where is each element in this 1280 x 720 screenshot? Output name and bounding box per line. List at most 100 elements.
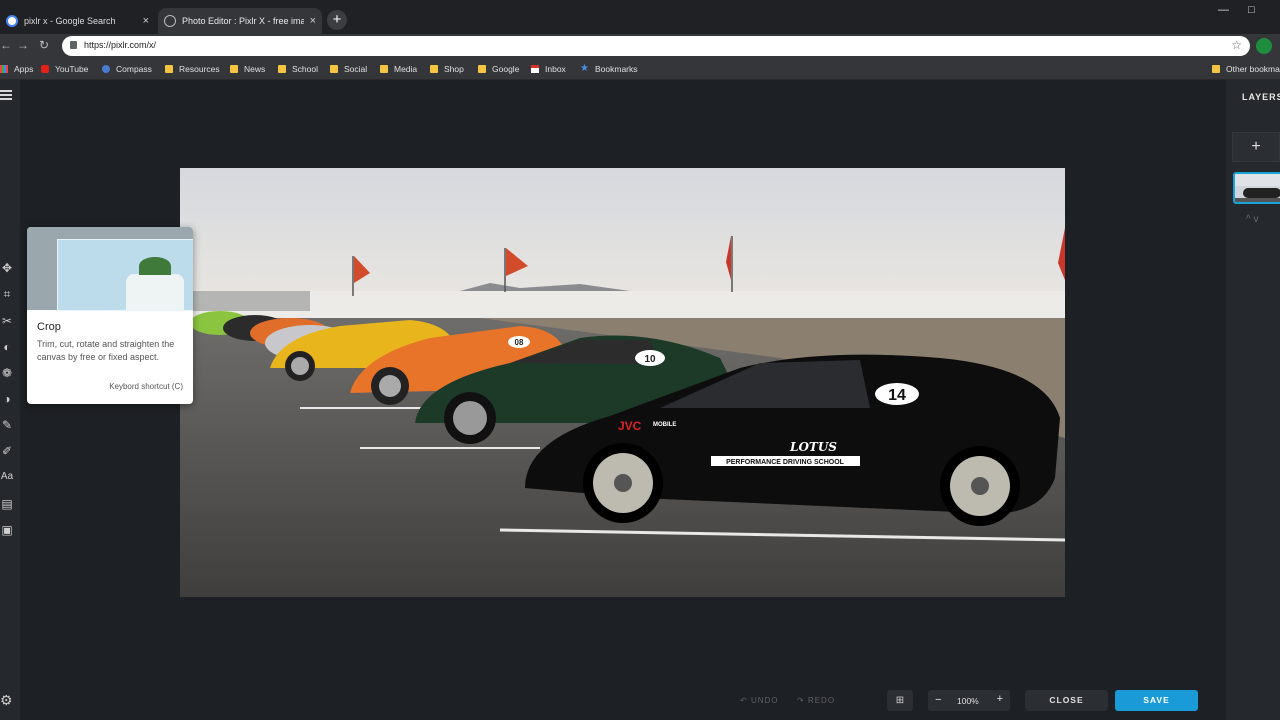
bookmarks-bar: Apps YouTube Compass Resources News Scho…: [0, 58, 1280, 80]
car-number-10: 10: [644, 354, 656, 365]
image-tool-icon[interactable]: ▣: [0, 523, 14, 537]
layer-thumbnail[interactable]: [1233, 172, 1280, 204]
bookmark-shop[interactable]: Shop: [430, 62, 464, 76]
element-tool-icon[interactable]: ▤: [0, 497, 14, 511]
bookmark-apps[interactable]: Apps: [0, 62, 33, 76]
cutout-tool-icon[interactable]: ✂: [0, 314, 14, 328]
folder-icon: [430, 65, 438, 73]
zoom-control: − 100% +: [928, 690, 1010, 711]
bookmark-media[interactable]: Media: [380, 62, 417, 76]
tab-pixlr-editor[interactable]: Photo Editor : Pixlr X - free image edit…: [158, 8, 322, 34]
bookmark-label: School: [292, 64, 318, 74]
bookmark-youtube[interactable]: YouTube: [41, 62, 88, 76]
forward-icon[interactable]: →: [17, 38, 29, 52]
effect-tool-icon[interactable]: ◑: [0, 392, 14, 406]
close-tab-icon[interactable]: ×: [310, 15, 316, 27]
bookmark-label: Bookmarks: [595, 64, 638, 74]
bookmark-label: YouTube: [55, 64, 89, 74]
star-icon: ★: [580, 63, 589, 74]
minimize-icon[interactable]: —: [1218, 4, 1229, 16]
tool-sidebar: ✥ ⌗ ✂ ◐ ❁ ◑ ✎ ✐ Aa ▤ ▣: [0, 80, 20, 720]
layers-title: LAYERS: [1242, 92, 1280, 102]
tooltip-description: Trim, cut, rotate and straighten the can…: [37, 339, 175, 362]
bookmark-social[interactable]: Social: [330, 62, 367, 76]
bottom-bar: ↶ UNDO ↷ REDO ⊞ − 100% + CLOSE SAVE: [0, 680, 1226, 720]
bookmark-label: Social: [344, 64, 368, 74]
folder-icon: [380, 65, 388, 73]
new-tab-button[interactable]: +: [327, 10, 347, 30]
bookmark-label: Media: [394, 64, 418, 74]
bookmark-other[interactable]: Other bookmarks: [1212, 62, 1280, 76]
undo-label: UNDO: [750, 696, 779, 705]
canvas-image[interactable]: 08 10 14 JVC MOBILE LOTUS PERFORMANCE DR…: [180, 168, 1065, 597]
bookmark-compass[interactable]: Compass: [102, 62, 152, 76]
folder-icon: [1212, 65, 1220, 73]
race-cars-photo: 08 10 14 JVC MOBILE LOTUS PERFORMANCE DR…: [180, 168, 1065, 597]
tab-title: Photo Editor : Pixlr X - free image edit…: [182, 16, 304, 26]
browser-toolbar: ← → ↻ https://pixlr.com/x/ ☆: [0, 34, 1280, 58]
bookmark-bookmarks[interactable]: ★ Bookmarks: [580, 62, 638, 76]
crop-tool-icon[interactable]: ⌗: [0, 287, 14, 301]
zoom-out-button[interactable]: −: [935, 694, 941, 706]
folder-icon: [278, 65, 286, 73]
car-number-14: 14: [888, 387, 906, 404]
draw-tool-icon[interactable]: ✐: [0, 444, 14, 458]
globe-icon: [164, 15, 176, 27]
bookmark-label: Other bookmarks: [1226, 64, 1280, 74]
bookmark-resources[interactable]: Resources: [165, 62, 220, 76]
reload-icon[interactable]: ↻: [39, 38, 49, 52]
google-icon: [6, 15, 18, 27]
bookmark-label: Shop: [444, 64, 464, 74]
filter-tool-icon[interactable]: ❁: [0, 366, 14, 380]
profile-avatar[interactable]: [1256, 38, 1272, 54]
bookmark-inbox[interactable]: Inbox: [531, 62, 566, 76]
move-tool-icon[interactable]: ✥: [0, 261, 14, 275]
bookmark-star-icon[interactable]: ☆: [1231, 38, 1242, 52]
bookmark-label: Google: [492, 64, 520, 74]
tooltip-title: Crop: [37, 321, 61, 333]
gmail-icon: [531, 65, 539, 73]
address-bar[interactable]: https://pixlr.com/x/ ☆: [62, 36, 1250, 56]
car-sponsor-sub-text: MOBILE: [653, 422, 676, 428]
bookmark-school[interactable]: School: [278, 62, 318, 76]
youtube-icon: [41, 65, 49, 73]
crop-preview-image: [27, 227, 193, 311]
zoom-value: 100%: [957, 696, 979, 706]
layer-order-arrows[interactable]: ^ v: [1246, 214, 1258, 225]
zoom-in-button[interactable]: +: [997, 693, 1003, 705]
maximize-icon[interactable]: □: [1248, 4, 1255, 16]
save-button[interactable]: SAVE: [1115, 690, 1198, 711]
bookmark-news[interactable]: News: [230, 62, 265, 76]
close-button[interactable]: CLOSE: [1025, 690, 1108, 711]
hamburger-menu-icon[interactable]: [0, 90, 12, 102]
add-layer-button[interactable]: +: [1232, 132, 1280, 162]
bookmark-google[interactable]: Google: [478, 62, 519, 76]
lock-icon: [70, 41, 77, 49]
undo-button[interactable]: ↶ UNDO: [740, 696, 779, 705]
url-text: https://pixlr.com/x/: [84, 40, 157, 50]
compass-icon: [102, 65, 110, 73]
redo-label: REDO: [807, 696, 836, 705]
back-icon[interactable]: ←: [0, 38, 12, 52]
car-sponsor-text: JVC: [618, 419, 642, 433]
bookmark-label: Compass: [116, 64, 152, 74]
settings-gear-icon[interactable]: ⚙: [0, 692, 13, 709]
folder-icon: [230, 65, 238, 73]
fit-screen-icon[interactable]: ⊞: [887, 690, 913, 711]
liquify-tool-icon[interactable]: ✎: [0, 418, 14, 432]
tab-google-search[interactable]: pixlr x - Google Search ×: [0, 8, 155, 34]
browser-titlebar: pixlr x - Google Search × Photo Editor :…: [0, 0, 1280, 34]
folder-icon: [330, 65, 338, 73]
apps-icon: [0, 65, 8, 73]
text-tool-icon[interactable]: Aa: [0, 470, 14, 484]
folder-icon: [165, 65, 173, 73]
bookmark-label: Inbox: [545, 64, 566, 74]
bookmark-label: Apps: [14, 64, 34, 74]
layers-panel: LAYERS + ^ v: [1226, 80, 1280, 720]
pixlr-editor: ✥ ⌗ ✂ ◐ ❁ ◑ ✎ ✐ Aa ▤ ▣ 08 10 14 JVC MOBI…: [0, 80, 1280, 720]
redo-button[interactable]: ↷ REDO: [797, 696, 835, 705]
tooltip-shortcut: Keybord shortcut (C): [109, 382, 183, 391]
adjust-tool-icon[interactable]: ◐: [0, 340, 14, 354]
close-tab-icon[interactable]: ×: [143, 15, 149, 27]
folder-icon: [478, 65, 486, 73]
